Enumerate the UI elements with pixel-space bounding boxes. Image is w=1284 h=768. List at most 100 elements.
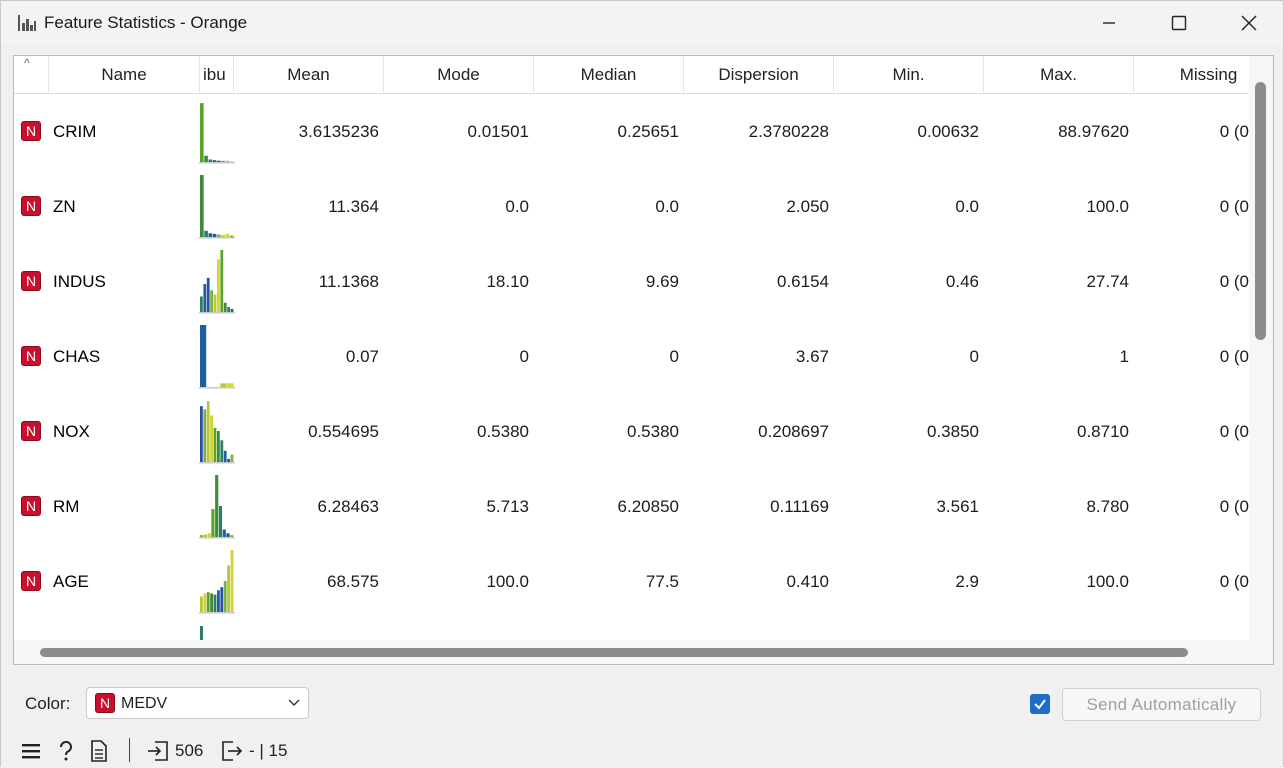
histogram-bar bbox=[230, 308, 234, 312]
histogram-baseline bbox=[199, 462, 235, 464]
median-cell: 0.5380 bbox=[627, 421, 679, 441]
min-cell: 0.0 bbox=[955, 196, 979, 216]
numeric-variable-icon: N bbox=[21, 121, 41, 141]
sort-indicator-icon: ^ bbox=[24, 56, 30, 70]
color-variable-select[interactable]: N MEDV bbox=[86, 687, 309, 719]
close-button[interactable] bbox=[1214, 1, 1284, 45]
histogram-bar bbox=[200, 406, 203, 462]
histogram-bar bbox=[200, 296, 203, 312]
title-bar: Feature Statistics - Orange bbox=[1, 1, 1283, 45]
missing-cell: 0 (0 bbox=[1219, 271, 1249, 291]
input-count: 506 bbox=[175, 741, 204, 760]
maximize-button[interactable] bbox=[1144, 1, 1214, 45]
histogram-baseline bbox=[199, 312, 235, 314]
histogram-bar bbox=[213, 294, 217, 312]
histogram-bar bbox=[217, 431, 220, 462]
histogram-bar bbox=[217, 590, 220, 612]
dispersion-cell: 0.11169 bbox=[770, 496, 829, 516]
histogram-bar bbox=[230, 550, 234, 612]
histogram-bar bbox=[225, 233, 230, 237]
color-variable-value: MEDV bbox=[121, 695, 168, 712]
header-dispersion[interactable]: Dispersion bbox=[684, 56, 834, 94]
histogram-baseline bbox=[199, 537, 235, 539]
header-mean[interactable]: Mean bbox=[234, 56, 384, 94]
send-automatically-button[interactable]: Send Automatically bbox=[1062, 688, 1261, 721]
histogram-bar bbox=[223, 581, 227, 612]
numeric-variable-icon: N bbox=[95, 693, 115, 713]
mode-cell: 18.10 bbox=[486, 271, 529, 291]
table-row[interactable]: N INDUS 11.1368 18.10 9.69 0.6154 0.46 27.74 0 (… bbox=[14, 244, 1249, 319]
histogram-bar bbox=[221, 160, 225, 162]
histogram-bar bbox=[217, 160, 221, 162]
histogram-bar bbox=[229, 235, 234, 237]
histogram-bar bbox=[204, 230, 208, 237]
numeric-variable-icon: N bbox=[21, 571, 41, 591]
max-cell: 0.8710 bbox=[1077, 421, 1129, 441]
input-summary[interactable]: 506 bbox=[147, 736, 203, 766]
bar-chart-icon bbox=[18, 15, 36, 31]
distribution-histogram bbox=[199, 401, 235, 464]
histogram-bar bbox=[220, 250, 224, 312]
histogram-bar bbox=[220, 383, 227, 387]
mean-cell: 3.6135236 bbox=[298, 121, 379, 141]
mode-cell: 100.0 bbox=[486, 571, 529, 591]
mean-cell: 0.554695 bbox=[308, 421, 379, 441]
histogram-bar bbox=[203, 534, 207, 537]
header-distribution[interactable]: ibu bbox=[200, 56, 234, 94]
report-button[interactable] bbox=[90, 736, 108, 766]
table-row[interactable]: N NOX 0.554695 0.5380 0.5380 0.208697 0.3850 0.… bbox=[14, 394, 1249, 469]
histogram-bar bbox=[220, 587, 224, 612]
mean-cell: 11.364 bbox=[328, 196, 379, 216]
histogram-bar bbox=[223, 302, 227, 312]
histogram-bar bbox=[212, 160, 217, 162]
variable-name: RM bbox=[53, 496, 80, 516]
dispersion-cell: 2.050 bbox=[786, 196, 829, 216]
missing-cell: 0 (0 bbox=[1219, 496, 1249, 516]
header-median[interactable]: Median bbox=[534, 56, 684, 94]
output-count: - | 15 bbox=[249, 741, 288, 760]
max-cell: 1 bbox=[1119, 346, 1129, 366]
vertical-scroll-thumb[interactable] bbox=[1255, 82, 1266, 340]
status-separator bbox=[129, 738, 130, 762]
missing-cell: 0 (0 bbox=[1219, 571, 1249, 591]
output-summary[interactable]: - | 15 bbox=[221, 736, 287, 766]
output-icon bbox=[222, 741, 243, 761]
max-cell: 100.0 bbox=[1086, 196, 1129, 216]
minimize-button[interactable] bbox=[1074, 1, 1144, 45]
help-button[interactable] bbox=[56, 736, 76, 766]
min-cell: 2.9 bbox=[955, 571, 979, 591]
header-min[interactable]: Min. bbox=[834, 56, 984, 94]
table-row[interactable]: N RM 6.28463 5.713 6.20850 0.11169 3.561 8.780 0… bbox=[14, 469, 1249, 544]
header-type-column[interactable]: ^ bbox=[14, 56, 49, 94]
header-name[interactable]: Name bbox=[49, 56, 200, 94]
distribution-histogram bbox=[199, 325, 235, 389]
histogram-bar bbox=[206, 277, 210, 312]
histogram-baseline bbox=[199, 237, 235, 239]
mean-cell: 68.575 bbox=[327, 571, 379, 591]
statistics-table[interactable]: ^ Name ibu Mean Mode Median Dispersion M… bbox=[13, 55, 1274, 665]
histogram-bar bbox=[227, 458, 230, 462]
header-mode[interactable]: Mode bbox=[384, 56, 534, 94]
distribution-histogram bbox=[199, 475, 235, 539]
min-cell: 0.46 bbox=[945, 271, 979, 291]
input-icon bbox=[148, 741, 168, 761]
menu-button[interactable] bbox=[21, 736, 41, 766]
numeric-variable-icon: N bbox=[21, 271, 41, 291]
histogram-bar bbox=[210, 415, 213, 462]
horizontal-scroll-thumb[interactable] bbox=[40, 648, 1188, 657]
report-icon bbox=[91, 740, 107, 762]
histogram-baseline bbox=[199, 612, 235, 614]
min-cell: 3.561 bbox=[936, 496, 979, 516]
table-row[interactable]: N CHAS 0.07 0 0 3.67 0 1 0 (0 bbox=[14, 319, 1249, 394]
dispersion-cell: 0.410 bbox=[786, 571, 829, 591]
table-row[interactable]: N AGE 68.575 100.0 77.5 0.410 2.9 100.0 0 (0 bbox=[14, 544, 1249, 619]
header-max[interactable]: Max. bbox=[984, 56, 1134, 94]
send-automatically-checkbox[interactable] bbox=[1030, 694, 1050, 714]
table-row[interactable]: N CRIM 3.6135236 0.01501 0.25651 2.3780228 0.0… bbox=[14, 94, 1249, 169]
table-header: ^ Name ibu Mean Mode Median Dispersion M… bbox=[14, 56, 1249, 94]
maximize-icon bbox=[1171, 15, 1187, 31]
histogram-bar bbox=[208, 233, 213, 237]
histogram-bar bbox=[227, 307, 230, 312]
table-row[interactable]: N ZN 11.364 0.0 0.0 2.050 0.0 100.0 0 (0 bbox=[14, 169, 1249, 244]
histogram-bar bbox=[213, 594, 217, 612]
